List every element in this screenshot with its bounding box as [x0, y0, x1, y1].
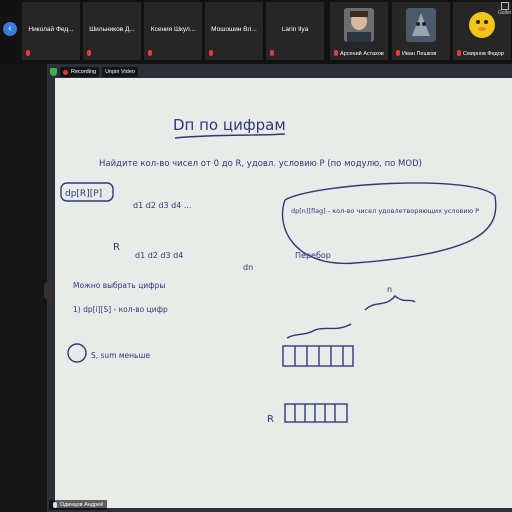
board-task: Найдите кол-во чисел от 0 до R, удовл. у…	[99, 159, 422, 169]
participant-tile[interactable]: Николай Фед...	[22, 2, 80, 60]
whiteboard: Dп по цифрам Найдите кол-во чисел от 0 д…	[55, 78, 512, 508]
participant-tile[interactable]: Мошошин Вл...	[205, 2, 263, 60]
unpin-video-button[interactable]: Unpin Video	[102, 67, 138, 77]
board-R-bottom: R	[267, 414, 274, 425]
whiteboard-drawing: Dп по цифрам Найдите кол-во чисел от 0 д…	[60, 116, 497, 425]
participant-tile[interactable]: Шильников Д...	[83, 2, 141, 60]
participant-name: Смирнов Федор	[463, 51, 504, 57]
participant-name: Ксения Шкул...	[150, 26, 196, 33]
chevron-left-icon[interactable]: ‹	[3, 22, 17, 36]
speaker-label: Одинцов Андрей	[49, 500, 108, 510]
video-toolbar: Recording Unpin Video	[47, 64, 138, 80]
board-dp-def: dp[n][flag] - кол-во чисел удовлетворяющ…	[291, 207, 479, 215]
mic-icon	[53, 502, 57, 508]
board-title: Dп по цифрам	[173, 116, 286, 134]
board-perebor: Перебор	[295, 251, 331, 260]
board-dp-label: dp[R][P]	[65, 189, 102, 199]
presenter-hand	[44, 282, 54, 300]
mic-muted-icon	[269, 50, 275, 56]
participant-name: Иван Пешков	[402, 51, 437, 57]
participant-name: Мошошин Вл...	[211, 26, 257, 33]
board-item2: S, sum меньше	[91, 351, 150, 360]
avatar	[344, 8, 374, 42]
board-seq: d1 d2 d3 d4 ...	[133, 201, 191, 210]
left-panel	[0, 64, 47, 512]
mic-muted-icon	[395, 50, 401, 56]
shared-video: Dп по цифрам Найдите кол-во чисел от 0 д…	[47, 64, 512, 512]
mic-muted-icon	[86, 50, 92, 56]
board-n: n	[387, 285, 392, 294]
recording-label: Recording	[71, 69, 97, 75]
participant-name: Larin Ilya	[281, 26, 309, 33]
mic-muted-icon	[147, 50, 153, 56]
mic-muted-icon	[456, 50, 462, 56]
mic-muted-icon	[25, 50, 31, 56]
board-R: R	[113, 242, 120, 253]
avatar	[467, 8, 497, 42]
board-dn: dn	[243, 263, 253, 272]
gallery-label: Galler	[498, 10, 512, 16]
unpin-label: Unpin Video	[105, 69, 135, 75]
gallery-view-button[interactable]: Galler	[498, 0, 512, 20]
participant-tile[interactable]: Ксения Шкул...	[144, 2, 202, 60]
participants-strip: ‹ Николай Фед... Шильников Д... Ксения Ш…	[0, 0, 512, 64]
shield-icon	[50, 68, 57, 76]
mic-muted-icon	[208, 50, 214, 56]
board-note: Можно выбрать цифры	[73, 281, 165, 290]
recording-indicator[interactable]: Recording	[60, 67, 100, 77]
grid-icon	[501, 2, 509, 10]
participant-tile[interactable]: Larin Ilya	[266, 2, 324, 60]
mic-muted-icon	[333, 50, 339, 56]
participant-name: Арсений Астахов	[340, 51, 384, 57]
participant-name: Николай Фед...	[28, 26, 74, 33]
participant-name: Шильников Д...	[89, 26, 135, 33]
record-dot-icon	[63, 69, 68, 75]
participant-tile[interactable]: Иван Пешков	[392, 2, 450, 60]
speaker-name: Одинцов Андрей	[60, 502, 104, 508]
board-digits: d1 d2 d3 d4	[135, 251, 183, 260]
board-item1: 1) dp[i][S] - кол-во цифр	[73, 305, 168, 314]
avatar	[406, 8, 436, 42]
participant-tile[interactable]: Арсений Астахов	[330, 2, 388, 60]
